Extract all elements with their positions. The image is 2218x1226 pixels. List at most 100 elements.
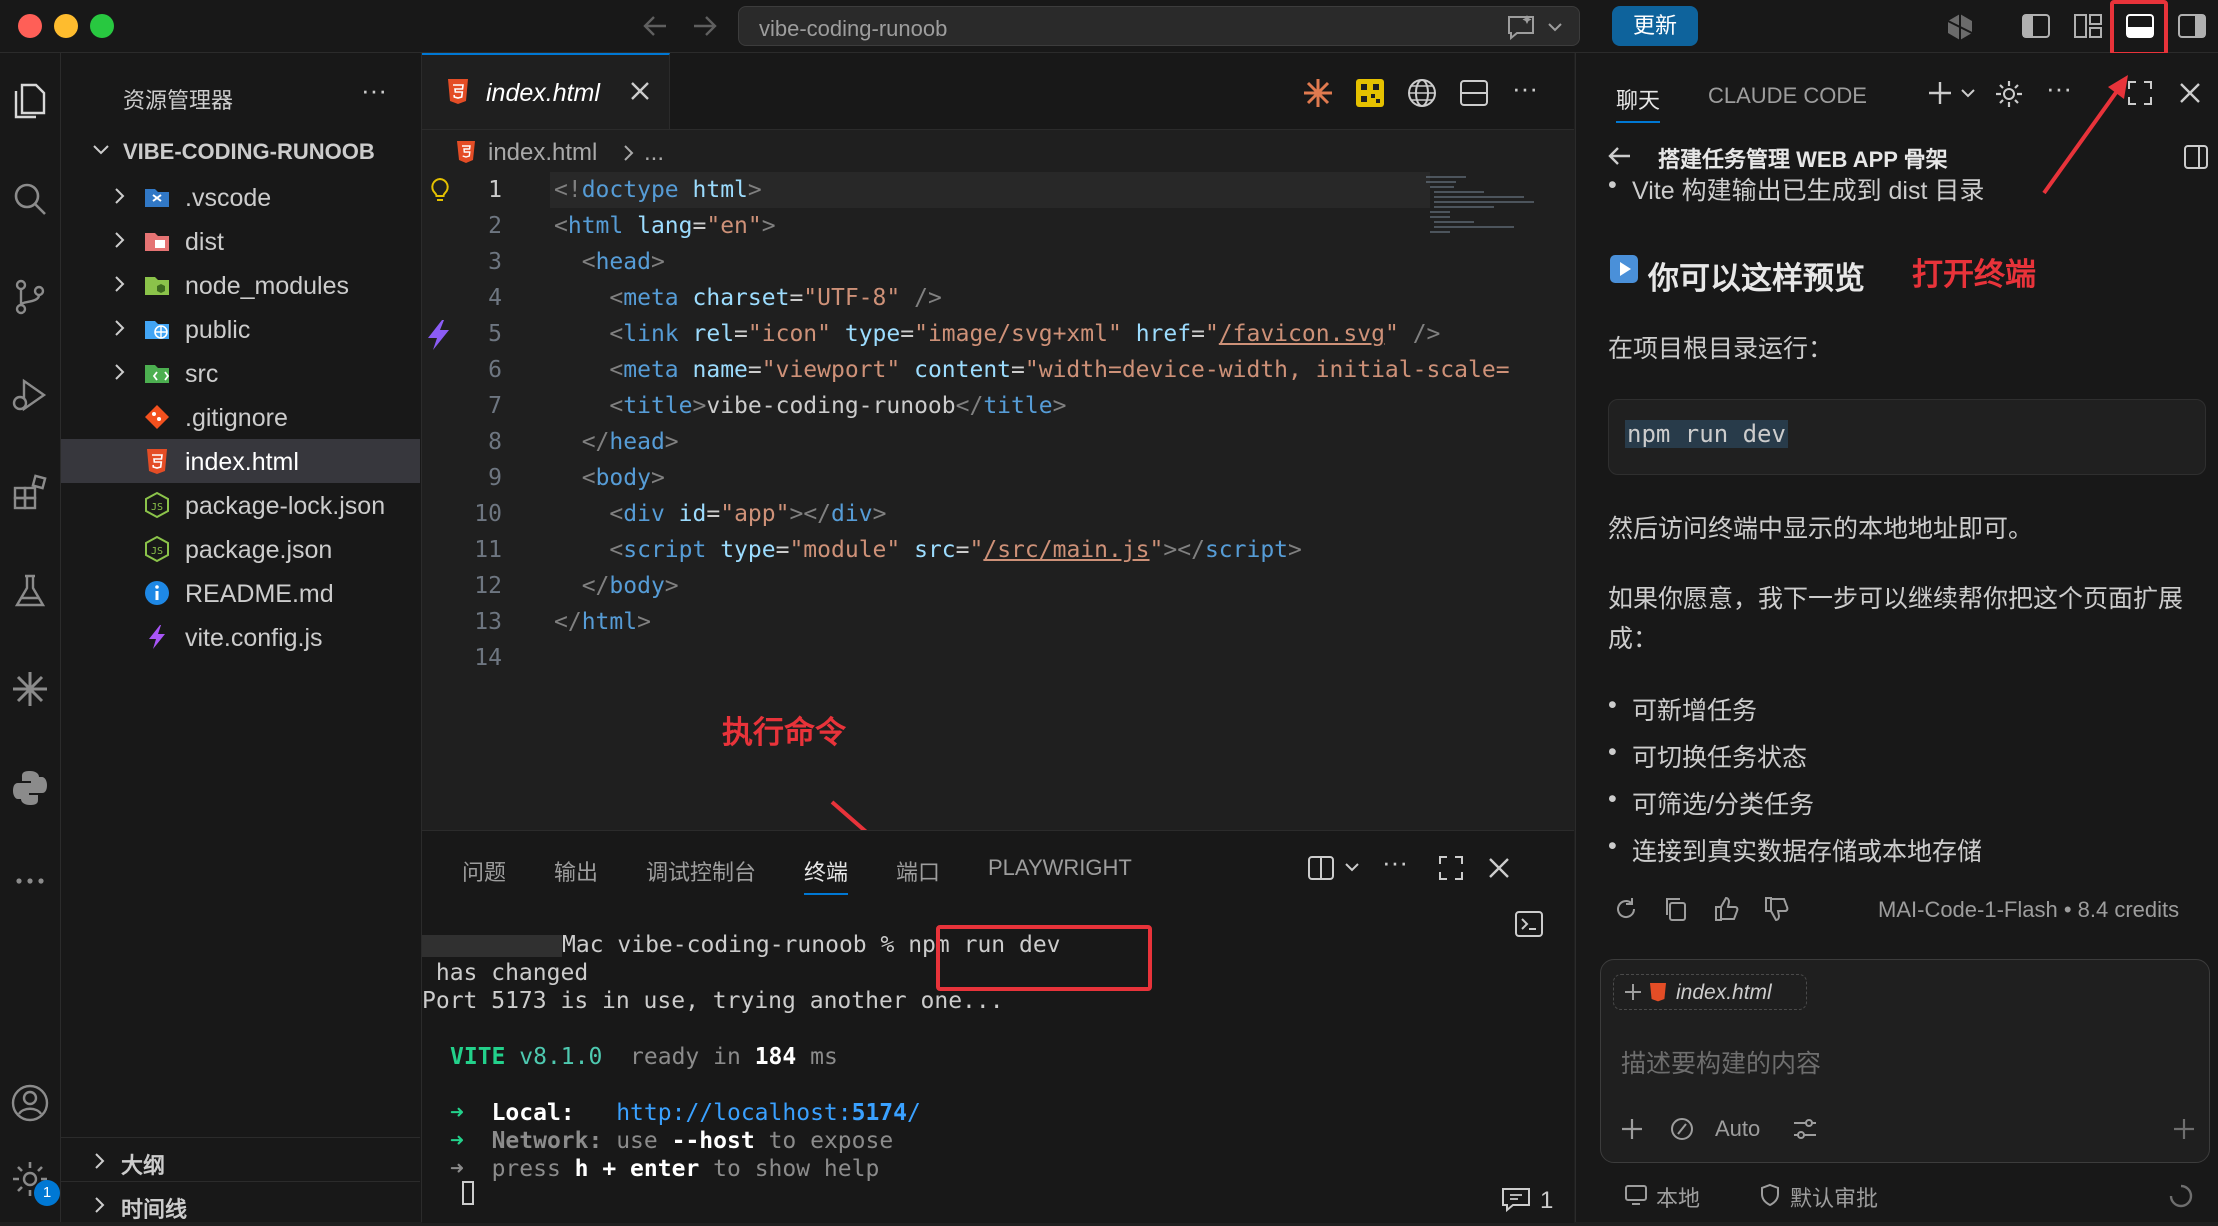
agent-mode-icon[interactable] <box>1669 1116 1695 1142</box>
context-chip[interactable]: index.html <box>1613 974 1807 1010</box>
src-folder-icon <box>143 359 171 387</box>
tab-terminal[interactable]: 终端 <box>804 855 849 895</box>
qr-toggle-icon[interactable] <box>1354 77 1386 109</box>
footer-approval[interactable]: 默认审批 <box>1790 1181 1878 1213</box>
claude-asterisk-icon[interactable] <box>10 669 50 709</box>
minimap[interactable] <box>1422 172 1542 242</box>
shield-icon[interactable] <box>1758 1183 1782 1207</box>
copy-icon[interactable] <box>1662 895 1690 923</box>
tab-problems[interactable]: 问题 <box>462 855 506 887</box>
tab-ports[interactable]: 端口 <box>896 855 940 887</box>
extensions-icon[interactable] <box>10 473 50 513</box>
chevron-right-icon <box>113 185 127 207</box>
dist-folder-icon <box>143 227 171 255</box>
chat-sparkle-icon[interactable] <box>1505 13 1537 41</box>
copilot-icon[interactable] <box>1944 12 1976 42</box>
outline-section[interactable]: 大纲 <box>61 1137 420 1182</box>
search-icon[interactable] <box>10 179 50 219</box>
add-plus-icon[interactable] <box>1619 1116 1645 1142</box>
tree-item-package-lock[interactable]: JS package-lock.json <box>61 483 420 527</box>
chat-panel: 聊天 CLAUDE CODE ··· 搭建任务管理 WEB APP 骨架 Vit… <box>1575 53 2218 1222</box>
chevron-down-icon[interactable] <box>1545 17 1565 37</box>
maximize-panel-icon[interactable] <box>1436 853 1466 883</box>
line-number: 7 <box>488 393 502 419</box>
tree-item-readme[interactable]: README.md <box>61 571 420 615</box>
close-icon[interactable] <box>2178 81 2202 105</box>
tree-item-node-modules[interactable]: node_modules <box>61 263 420 307</box>
code-editor[interactable]: 1 2 3 4 5 6 7 8 9 10 11 12 13 14 <!docty… <box>422 172 1574 1010</box>
claude-code-icon[interactable] <box>1302 77 1334 109</box>
chat-icon[interactable] <box>1500 1185 1534 1215</box>
tab-chat[interactable]: 聊天 <box>1616 83 1661 123</box>
tree-item-label: README.md <box>185 580 334 608</box>
thumbs-down-icon[interactable] <box>1762 895 1790 923</box>
sidebar-toggle-icon[interactable] <box>2182 143 2210 171</box>
tree-item-index-html[interactable]: index.html <box>61 439 420 483</box>
timeline-section[interactable]: 时间线 <box>61 1181 420 1226</box>
python-icon[interactable] <box>10 767 50 807</box>
tab-output[interactable]: 输出 <box>554 855 598 887</box>
terminal-instance-icon[interactable] <box>1514 909 1544 939</box>
close-window-button[interactable] <box>18 14 42 38</box>
send-plus-icon[interactable] <box>2171 1116 2197 1142</box>
tab-claude-code[interactable]: CLAUDE CODE <box>1708 83 1867 109</box>
footer-local[interactable]: 本地 <box>1656 1181 1700 1213</box>
split-editor-icon[interactable] <box>1458 77 1490 109</box>
run-debug-icon[interactable] <box>10 375 50 415</box>
tools-sliders-icon[interactable] <box>1791 1116 1819 1142</box>
tree-item-gitignore[interactable]: .gitignore <box>61 395 420 439</box>
close-panel-icon[interactable] <box>1486 855 1512 881</box>
tab-playwright[interactable]: PLAYWRIGHT <box>988 855 1132 881</box>
more-actions-icon[interactable]: ··· <box>1382 847 1408 878</box>
chevron-down-icon[interactable] <box>1342 857 1362 877</box>
breadcrumb-more[interactable]: ... <box>644 139 664 167</box>
retry-icon[interactable] <box>1612 895 1640 923</box>
more-icon[interactable] <box>10 861 50 901</box>
workspace-root-folder[interactable]: VIBE-CODING-RUNOOB <box>61 131 420 171</box>
code-block[interactable]: npm run dev <box>1608 399 2206 475</box>
globe-preview-icon[interactable] <box>1406 77 1438 109</box>
more-actions-icon[interactable]: ··· <box>1512 73 1538 104</box>
new-chat-plus-icon[interactable] <box>1926 79 1954 107</box>
update-button[interactable]: 更新 <box>1612 6 1698 46</box>
chevron-down-icon[interactable] <box>1958 83 1978 103</box>
tree-item-dist[interactable]: dist <box>61 219 420 263</box>
toggle-secondary-sidebar-icon[interactable] <box>2176 12 2208 40</box>
tree-item-package-json[interactable]: JS package.json <box>61 527 420 571</box>
local-computer-icon[interactable] <box>1624 1183 1648 1207</box>
maximize-window-button[interactable] <box>90 14 114 38</box>
add-context-plus-icon[interactable] <box>1622 979 1644 1005</box>
tab-index-html[interactable]: index.html <box>422 53 670 129</box>
line-number: 8 <box>488 429 502 455</box>
thumbs-up-icon[interactable] <box>1712 895 1740 923</box>
back-arrow-icon[interactable] <box>640 12 670 40</box>
toggle-panel-icon[interactable] <box>2124 12 2156 40</box>
chat-input-box[interactable]: index.html 描述要构建的内容 Auto <box>1600 959 2210 1163</box>
tree-item-src[interactable]: src <box>61 351 420 395</box>
forward-arrow-icon[interactable] <box>690 12 720 40</box>
source-control-icon[interactable] <box>10 277 50 317</box>
customize-layout-icon[interactable] <box>2072 12 2104 40</box>
account-icon[interactable] <box>10 1083 50 1123</box>
command-center-search[interactable]: vibe-coding-runoob <box>738 6 1580 46</box>
more-actions-icon[interactable]: ··· <box>361 75 387 106</box>
tree-item-label: .gitignore <box>185 404 288 432</box>
split-terminal-icon[interactable] <box>1306 853 1336 883</box>
gear-icon[interactable] <box>1994 79 2024 109</box>
tab-debug-console[interactable]: 调试控制台 <box>646 855 756 887</box>
minimize-window-button[interactable] <box>54 14 78 38</box>
breadcrumb-file[interactable]: index.html <box>488 139 597 167</box>
toggle-primary-sidebar-icon[interactable] <box>2020 12 2052 40</box>
close-tab-icon[interactable] <box>628 79 652 103</box>
back-arrow-icon[interactable] <box>1606 143 1634 169</box>
tree-item-public[interactable]: public <box>61 307 420 351</box>
workspace-root-label: VIBE-CODING-RUNOOB <box>123 139 375 164</box>
tree-item-vite-config[interactable]: vite.config.js <box>61 615 420 659</box>
timeline-label: 时间线 <box>121 1197 188 1222</box>
testing-flask-icon[interactable] <box>10 571 50 611</box>
tree-item-vscode[interactable]: .vscode <box>61 175 420 219</box>
model-auto-selector[interactable]: Auto <box>1715 1116 1760 1142</box>
code-line: <html lang="en"> <box>554 213 776 239</box>
chat-count: 1 <box>1540 1187 1554 1214</box>
explorer-icon[interactable] <box>10 81 50 121</box>
